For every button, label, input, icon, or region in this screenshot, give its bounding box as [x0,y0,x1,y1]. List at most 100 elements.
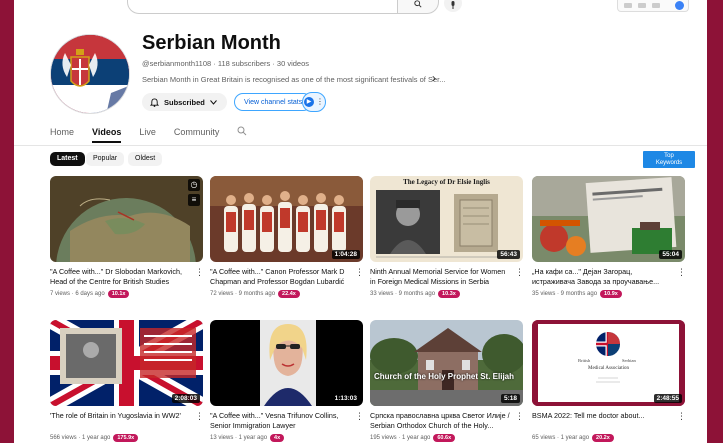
video-card[interactable]: Church of the Holy Prophet St. Elijah 5:… [370,320,524,442]
tab-home[interactable]: Home [50,125,74,145]
extension-button[interactable]: ▶ ⋮ [302,92,326,112]
video-duration: 2:48:55 [653,394,682,403]
video-thumbnail[interactable]: 2:08:03 [50,320,203,406]
serbian-flag-logo [51,35,129,113]
video-duration: 2:08:03 [171,394,200,403]
video-card[interactable]: The Legacy of Dr Elsie Inglis 56:43 Nint… [370,176,524,298]
tabs-divider [14,145,707,146]
outlier-badge: 10.1x [107,290,130,298]
video-card[interactable]: 55:04 „На кафи са..." Дејан Загорац, ист… [532,176,686,298]
video-card[interactable]: British Serbian Medical Association 2:48… [532,320,686,442]
video-thumbnail[interactable]: ◷ ≡ [50,176,203,262]
video-views: 13 views · 1 year ago [210,435,268,441]
video-meta: 13 views · 1 year ago 4x [210,434,285,442]
video-menu-icon[interactable]: ⋮ [355,267,364,278]
mic-button[interactable] [444,0,462,12]
video-menu-icon[interactable]: ⋮ [677,411,686,422]
bsma-label-right: Serbian [622,358,636,363]
video-menu-icon[interactable]: ⋮ [515,411,524,422]
outlier-badge: 22.4x [278,290,300,298]
top-keywords-button[interactable]: Top Keywords [643,151,695,168]
video-thumbnail[interactable]: Church of the Holy Prophet St. Elijah 5:… [370,320,523,406]
outlier-badge: 60.6x [433,434,456,442]
bsma-label-left: British [578,358,591,363]
video-title[interactable]: Ninth Annual Memorial Service for Women … [370,267,510,286]
video-menu-icon[interactable]: ⋮ [195,411,204,422]
video-title[interactable]: "A Coffee with..." Canon Professor Mark … [210,267,350,286]
subscribed-button[interactable]: Subscribed [142,93,227,111]
video-meta: 35 views · 9 months ago 10.9x [532,290,622,298]
tab-community[interactable]: Community [174,125,220,145]
more-vert-icon: ⋮ [316,97,324,106]
video-title[interactable]: „На кафи са..." Дејан Загорац, истражива… [532,267,672,286]
tab-live[interactable]: Live [139,125,156,145]
video-duration: 55:04 [659,250,682,259]
video-views: 65 views · 1 year ago [532,435,590,441]
video-title[interactable]: "A Coffee with..." Dr Slobodan Markovich… [50,267,190,286]
account-avatar[interactable] [675,1,684,10]
filter-oldest[interactable]: Oldest [128,152,163,166]
video-card[interactable]: 1:13:03 "A Coffee with..." Vesna Trifuno… [210,320,364,442]
outlier-badge: 175.9x [113,434,139,442]
channel-avatar[interactable] [50,34,130,114]
outlier-badge: 20.2x [592,434,614,442]
top-keywords-line2: Keywords [655,160,683,166]
outlier-badge: 10.9x [600,290,622,298]
video-card[interactable]: ◷ ≡ "A Coffee with..." Dr Slobodan Marko… [50,176,204,298]
view-channel-stats-button[interactable]: View channel stats [234,93,313,111]
bell-icon [150,97,159,107]
video-title[interactable]: "A Coffee with..." Vesna Trifunov Collin… [210,411,350,430]
extension-icon: ▶ [304,97,314,107]
globe-thumbnail-image [50,176,203,262]
video-meta: 566 views · 1 year ago 175.9x [50,434,139,442]
search-icon [414,0,422,8]
top-keywords-line1: Top [664,153,674,159]
outlier-badge: 4x [270,434,285,442]
chevron-down-icon [209,99,217,105]
video-meta: 7 views · 6 days ago 10.1x [50,290,130,298]
search-input[interactable] [127,0,411,14]
search-icon [237,126,247,136]
video-title[interactable]: 'The role of Britain in Yugoslavia in WW… [50,411,190,421]
channel-description[interactable]: Serbian Month in Great Britain is recogn… [142,75,446,84]
youtube-channel-page: Serbian Month @serbianmonth1108 · 118 su… [14,0,707,443]
queue-icon[interactable]: ≡ [188,194,200,206]
video-duration: 1:04:28 [331,250,360,259]
video-title[interactable]: Српска православна црква Светог Илије / … [370,411,510,430]
apps-icon[interactable] [638,3,646,8]
video-views: 35 views · 9 months ago [532,291,598,297]
create-icon[interactable] [624,3,632,8]
search-button[interactable] [397,0,439,14]
video-thumbnail[interactable]: 55:04 [532,176,685,262]
video-title[interactable]: BSMA 2022: Tell me doctor about... [532,411,672,421]
top-bar [14,0,707,16]
account-area[interactable] [617,0,689,12]
video-card[interactable]: 2:08:03 'The role of Britain in Yugoslav… [50,320,204,442]
video-views: 7 views · 6 days ago [50,291,105,297]
video-menu-icon[interactable]: ⋮ [515,267,524,278]
video-menu-icon[interactable]: ⋮ [677,267,686,278]
video-card[interactable]: 1:04:28 "A Coffee with..." Canon Profess… [210,176,364,298]
filter-popular[interactable]: Popular [86,152,125,166]
video-thumbnail[interactable]: British Serbian Medical Association 2:48… [532,320,685,406]
video-thumbnail[interactable]: The Legacy of Dr Elsie Inglis 56:43 [370,176,523,262]
video-views: 72 views · 9 months ago [210,291,276,297]
channel-search-button[interactable] [237,125,247,145]
video-menu-icon[interactable]: ⋮ [195,267,204,278]
video-meta: 33 views · 9 months ago 10.3x [370,290,460,298]
filter-latest[interactable]: Latest [50,152,85,166]
video-thumbnail[interactable]: 1:04:28 [210,176,363,262]
channel-tabs: Home Videos Live Community [50,125,247,145]
video-duration: 1:13:03 [331,394,360,403]
thumbnail-caption: Church of the Holy Prophet St. Elijah [374,372,515,381]
video-meta: 65 views · 1 year ago 20.2x [532,434,614,442]
bsma-label: Medical Association [588,366,629,371]
mic-icon [451,1,455,9]
description-more-chevron[interactable]: › [432,71,436,85]
channel-meta: @serbianmonth1108 · 118 subscribers · 30… [142,59,310,68]
notifications-icon[interactable] [652,3,660,8]
video-thumbnail[interactable]: 1:13:03 [210,320,363,406]
video-menu-icon[interactable]: ⋮ [355,411,364,422]
clock-icon[interactable]: ◷ [188,179,200,191]
tab-videos[interactable]: Videos [92,125,122,145]
